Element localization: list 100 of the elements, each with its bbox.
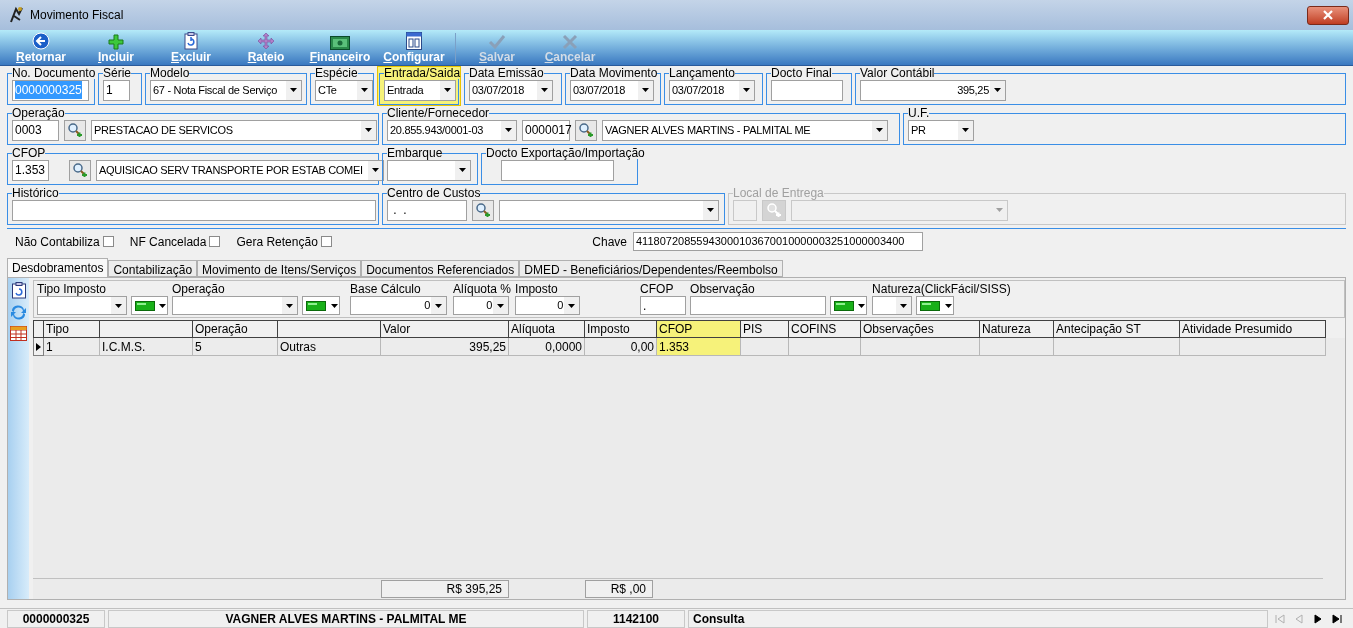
group-label: Valor Contábil: [860, 67, 935, 79]
table-cell: 0,00: [585, 338, 657, 356]
dropdown[interactable]: [387, 159, 471, 181]
checkbox[interactable]: [209, 236, 221, 247]
column-header[interactable]: Atividade Presumido: [1180, 320, 1326, 338]
tab[interactable]: DMED - Beneficiários/Dependentes/Reembolso: [519, 260, 783, 277]
column-header[interactable]: [278, 320, 381, 338]
text-field[interactable]: 1.353: [12, 159, 49, 181]
column-header[interactable]: Imposto: [585, 320, 657, 338]
dropdown[interactable]: 0: [515, 296, 581, 315]
tab[interactable]: Contabilização: [108, 260, 198, 277]
dropdown[interactable]: AQUISICAO SERV TRANSPORTE POR ESTAB COMEI: [96, 159, 384, 181]
checkmark-icon: [488, 34, 506, 50]
column-header[interactable]: Tipo: [44, 320, 100, 338]
dropdown[interactable]: 395,25: [860, 79, 1006, 101]
dropdown-arrow-icon: [330, 303, 338, 308]
text-field[interactable]: 41180720855943000103670010000003251000003400: [633, 232, 923, 251]
dropdown-arrow-icon: [372, 168, 379, 172]
text-field[interactable]: 0003: [12, 119, 59, 141]
dropdown[interactable]: PR: [908, 119, 974, 141]
dropdown[interactable]: [872, 296, 913, 315]
lookup-button[interactable]: [69, 159, 91, 181]
text-field[interactable]: [771, 79, 843, 101]
dropdown[interactable]: 20.855.943/0001-03: [387, 119, 517, 141]
refresh-icon[interactable]: [10, 304, 27, 321]
lookup-button[interactable]: [472, 199, 494, 221]
text-field[interactable]: [690, 296, 827, 315]
dropdown[interactable]: 0: [453, 296, 509, 315]
tab[interactable]: Movimento de Itens/Serviços: [197, 260, 362, 277]
dropdown[interactable]: 03/07/2018: [469, 79, 553, 101]
cross-icon: [562, 34, 578, 50]
dropdown[interactable]: Entrada: [384, 79, 456, 101]
dropdown-arrow-icon: [962, 128, 969, 132]
window-icon: [406, 32, 422, 50]
checkbox[interactable]: [320, 236, 332, 247]
status-cell: 0000000325: [7, 609, 105, 628]
dropdown[interactable]: [499, 199, 719, 221]
column-header[interactable]: Alíquota: [509, 320, 585, 338]
dropdown-arrow-icon: [497, 303, 504, 308]
tab[interactable]: Documentos Referenciados: [361, 260, 520, 277]
dropdown[interactable]: CTe: [315, 79, 373, 101]
dropdown[interactable]: VAGNER ALVES MARTINS - PALMITAL ME: [602, 119, 888, 141]
text-field[interactable]: . .: [387, 199, 467, 221]
document-icon: [183, 32, 199, 50]
column-header[interactable]: CFOP: [657, 320, 741, 338]
row-pointer-icon: [36, 342, 41, 351]
dropdown-arrow-icon: [159, 303, 166, 308]
table-icon[interactable]: [10, 326, 27, 341]
text-field[interactable]: 0000017: [522, 119, 570, 141]
column-header[interactable]: Valor: [381, 320, 509, 338]
text-field[interactable]: .: [640, 296, 687, 315]
status-cell: 1142100: [587, 609, 685, 628]
group-label: Série: [103, 67, 131, 79]
column-header[interactable]: COFINS: [789, 320, 861, 338]
dropdown-arrow-icon: [365, 128, 372, 132]
image-dropdown[interactable]: [131, 296, 168, 315]
dropdown-arrow-icon: [444, 88, 451, 92]
dropdown[interactable]: 03/07/2018: [669, 79, 755, 101]
column-header[interactable]: Observações: [861, 320, 980, 338]
group-label: Docto Final: [771, 67, 832, 79]
search-icon: [72, 162, 88, 178]
dropdown-arrow-icon: [290, 88, 297, 92]
lookup-button[interactable]: [64, 119, 86, 141]
dropdown[interactable]: 0: [350, 296, 447, 315]
column-header[interactable]: Natureza: [980, 320, 1054, 338]
table-cell: 0,0000: [509, 338, 585, 356]
checkbox-label: NF Cancelada: [129, 233, 207, 251]
dropdown-arrow-icon: [996, 208, 1003, 212]
filter-label: Tipo Imposto: [37, 283, 107, 296]
close-button[interactable]: [1307, 5, 1349, 25]
total-value: R$ 395,25: [381, 580, 509, 598]
lookup-button[interactable]: [575, 119, 597, 141]
column-header[interactable]: Antecipação ST: [1054, 320, 1180, 338]
group-label: Local de Entrega: [733, 187, 824, 199]
chave-label: Chave: [592, 233, 627, 251]
checkbox-label: Não Contabiliza: [15, 233, 100, 251]
status-cell: VAGNER ALVES MARTINS - PALMITAL ME: [108, 609, 584, 628]
image-dropdown[interactable]: [916, 296, 955, 315]
filter-label: Operação: [172, 283, 226, 296]
row-indicator[interactable]: [33, 338, 44, 356]
clipboard-icon[interactable]: [10, 282, 27, 299]
table-cell: 1.353: [657, 338, 741, 356]
filter-label: Imposto: [515, 283, 559, 296]
text-field[interactable]: [501, 159, 614, 181]
text-field[interactable]: [12, 199, 376, 221]
column-header[interactable]: PIS: [741, 320, 789, 338]
group-label: Espécie: [315, 67, 358, 79]
image-dropdown[interactable]: [830, 296, 868, 315]
tab[interactable]: Desdobramentos: [7, 258, 109, 277]
dropdown[interactable]: 67 - Nota Fiscal de Serviço: [150, 79, 302, 101]
group-label: Histórico: [12, 187, 59, 199]
filter-label: Observação: [690, 283, 756, 296]
dropdown[interactable]: 03/07/2018: [570, 79, 654, 101]
column-header[interactable]: Operação: [193, 320, 278, 338]
image-dropdown[interactable]: [302, 296, 340, 315]
dropdown[interactable]: PRESTACAO DE SERVICOS: [91, 119, 377, 141]
swatch-icon: [834, 300, 855, 311]
text-field[interactable]: 1: [103, 79, 130, 101]
checkbox[interactable]: [102, 236, 114, 247]
column-header[interactable]: [100, 320, 193, 338]
